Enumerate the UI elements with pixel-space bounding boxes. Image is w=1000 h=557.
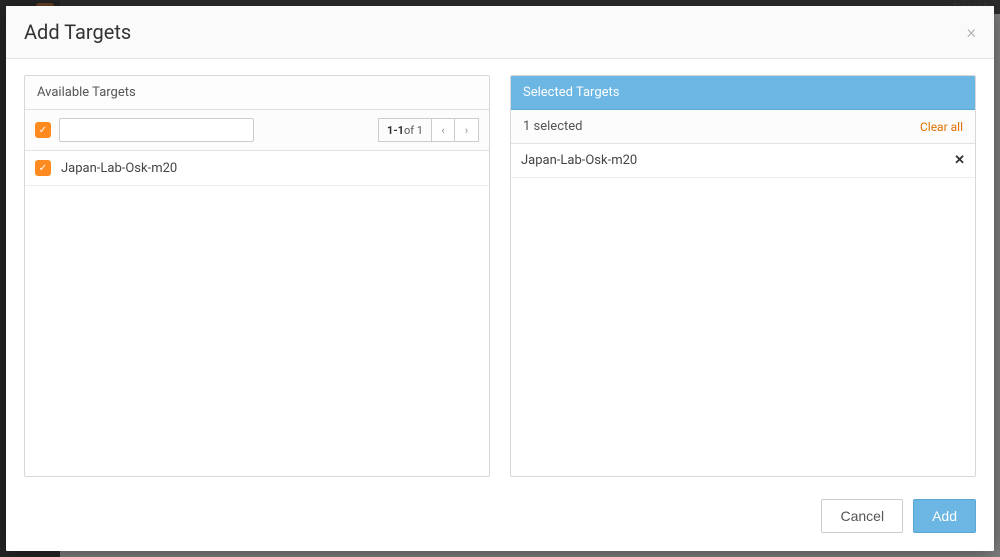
available-target-row[interactable]: ✓ Japan-Lab-Osk-m20	[25, 151, 489, 186]
clear-all-link[interactable]: Clear all	[920, 120, 963, 134]
chevron-left-icon: ‹	[441, 124, 444, 137]
selected-row-label: Japan-Lab-Osk-m20	[521, 153, 637, 168]
selected-count: 1 selected	[523, 119, 582, 134]
modal-body: Available Targets ✓ 1-1 of 1 ‹	[6, 59, 994, 485]
selected-target-row: Japan-Lab-Osk-m20 ✕	[511, 144, 975, 178]
add-targets-modal: Add Targets × Available Targets ✓ 1-1 of…	[6, 6, 994, 551]
available-targets-title: Available Targets	[37, 85, 136, 100]
modal-footer: Cancel Add	[6, 485, 994, 551]
pagination: 1-1 of 1 ‹ ›	[378, 118, 479, 142]
selected-targets-title: Selected Targets	[523, 85, 619, 100]
modal-header: Add Targets ×	[6, 6, 994, 59]
add-button[interactable]: Add	[913, 499, 976, 533]
selected-targets-panel: Selected Targets 1 selected Clear all Ja…	[510, 75, 976, 477]
selected-targets-header: Selected Targets	[511, 76, 975, 110]
select-all-checkbox[interactable]: ✓	[35, 122, 51, 138]
close-icon[interactable]: ×	[967, 22, 976, 43]
available-search-input[interactable]	[59, 118, 254, 142]
toolbar-left: ✓	[35, 118, 254, 142]
page-counter: 1-1 of 1	[378, 118, 431, 142]
available-targets-panel: Available Targets ✓ 1-1 of 1 ‹	[24, 75, 490, 477]
page-range-bold: 1-1	[387, 124, 404, 137]
target-row-checkbox[interactable]: ✓	[35, 160, 51, 176]
modal-title: Add Targets	[24, 20, 131, 44]
target-row-label: Japan-Lab-Osk-m20	[61, 161, 177, 176]
cancel-button[interactable]: Cancel	[821, 499, 903, 533]
available-targets-header: Available Targets	[25, 76, 489, 110]
remove-selected-icon[interactable]: ✕	[954, 153, 965, 168]
available-targets-toolbar: ✓ 1-1 of 1 ‹ ›	[25, 110, 489, 151]
available-panel-fill	[25, 186, 489, 476]
selected-panel-fill	[511, 178, 975, 476]
page-range-suffix: of 1	[404, 124, 423, 137]
chevron-right-icon: ›	[465, 124, 468, 137]
page-next-button[interactable]: ›	[455, 118, 479, 142]
selected-targets-toolbar: 1 selected Clear all	[511, 110, 975, 144]
page-prev-button[interactable]: ‹	[431, 118, 455, 142]
